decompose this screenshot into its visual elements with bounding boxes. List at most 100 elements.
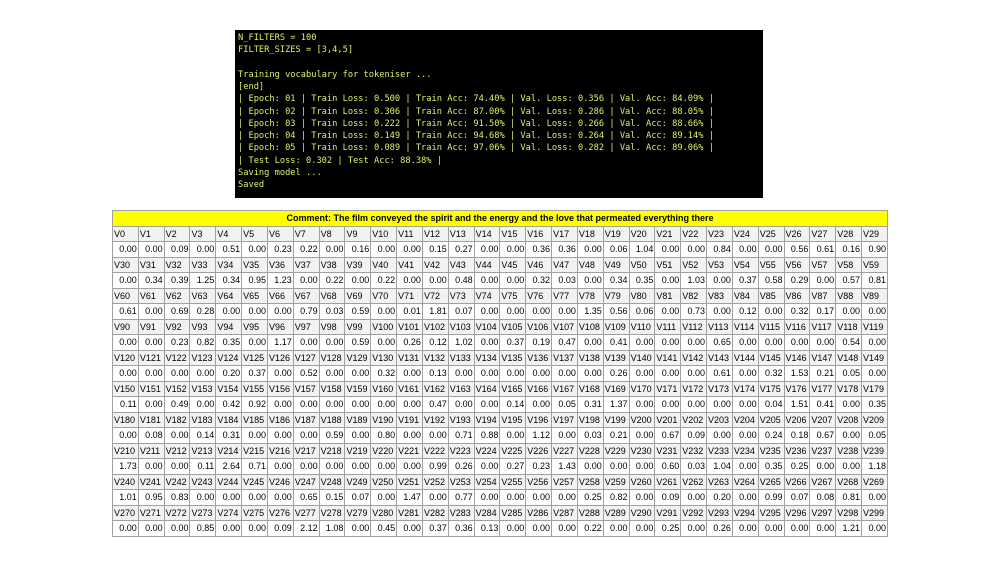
value-cell[interactable]: 0.00 (809, 334, 837, 351)
value-cell[interactable]: 0.00 (112, 334, 139, 351)
value-cell[interactable]: 1.51 (783, 396, 811, 413)
column-header-cell[interactable]: V118 (835, 318, 863, 335)
value-cell[interactable]: 0.25 (576, 489, 604, 506)
value-cell[interactable]: 0.25 (654, 520, 682, 537)
column-header-cell[interactable]: V150 (112, 380, 139, 397)
column-header-cell[interactable]: V124 (215, 349, 243, 366)
column-header-cell[interactable]: V158 (318, 380, 346, 397)
value-cell[interactable]: 0.00 (447, 365, 475, 382)
value-cell[interactable]: 0.05 (551, 396, 578, 413)
value-cell[interactable]: 0.95 (241, 272, 268, 289)
value-cell[interactable]: 0.99 (757, 489, 785, 506)
column-header-cell[interactable]: V254 (473, 473, 501, 490)
value-cell[interactable]: 0.60 (654, 458, 682, 475)
value-cell[interactable]: 0.22 (318, 272, 346, 289)
value-cell[interactable]: 0.00 (628, 427, 656, 444)
value-cell[interactable]: 0.00 (137, 396, 165, 413)
column-header-cell[interactable]: V280 (370, 504, 398, 521)
value-cell[interactable]: 0.00 (318, 458, 346, 475)
column-header-cell[interactable]: V117 (809, 318, 837, 335)
column-header-cell[interactable]: V262 (680, 473, 708, 490)
value-cell[interactable]: 1.47 (396, 489, 423, 506)
column-header-cell[interactable]: V149 (861, 349, 888, 366)
column-header-cell[interactable]: V27 (809, 225, 837, 242)
value-cell[interactable]: 0.32 (370, 365, 398, 382)
value-cell[interactable]: 0.00 (473, 365, 501, 382)
column-header-cell[interactable]: V38 (318, 256, 346, 273)
column-header-cell[interactable]: V126 (266, 349, 294, 366)
column-header-cell[interactable]: V70 (370, 287, 398, 304)
value-cell[interactable]: 0.00 (628, 489, 656, 506)
value-cell[interactable]: 0.23 (163, 334, 191, 351)
column-header-cell[interactable]: V191 (396, 411, 423, 428)
column-header-cell[interactable]: V78 (576, 287, 604, 304)
column-header-cell[interactable]: V45 (499, 256, 527, 273)
column-header-cell[interactable]: V47 (551, 256, 578, 273)
value-cell[interactable]: 0.09 (163, 241, 191, 258)
column-header-cell[interactable]: V248 (318, 473, 346, 490)
column-header-cell[interactable]: V233 (706, 442, 733, 459)
column-header-cell[interactable]: V206 (783, 411, 811, 428)
column-header-cell[interactable]: V283 (447, 504, 475, 521)
value-cell[interactable]: 0.56 (783, 241, 811, 258)
column-header-cell[interactable]: V222 (421, 442, 449, 459)
value-cell[interactable]: 0.14 (499, 396, 527, 413)
column-header-cell[interactable]: V43 (447, 256, 475, 273)
column-header-cell[interactable]: V87 (809, 287, 837, 304)
value-cell[interactable]: 0.19 (525, 334, 553, 351)
value-cell[interactable]: 0.00 (189, 365, 217, 382)
value-cell[interactable]: 0.65 (706, 334, 733, 351)
value-cell[interactable]: 0.00 (499, 489, 527, 506)
value-cell[interactable]: 0.00 (525, 489, 553, 506)
column-header-cell[interactable]: V56 (783, 256, 811, 273)
column-header-cell[interactable]: V198 (576, 411, 604, 428)
value-cell[interactable]: 0.00 (861, 303, 888, 320)
column-header-cell[interactable]: V127 (292, 349, 320, 366)
value-cell[interactable]: 0.37 (731, 272, 759, 289)
value-cell[interactable]: 0.00 (731, 396, 759, 413)
value-cell[interactable]: 0.00 (783, 334, 811, 351)
column-header-cell[interactable]: V155 (241, 380, 268, 397)
column-header-cell[interactable]: V294 (731, 504, 759, 521)
column-header-cell[interactable]: V79 (602, 287, 630, 304)
column-header-cell[interactable]: V293 (706, 504, 733, 521)
column-header-cell[interactable]: V80 (628, 287, 656, 304)
column-header-cell[interactable]: V265 (757, 473, 785, 490)
value-cell[interactable]: 0.00 (731, 520, 759, 537)
value-cell[interactable]: 0.00 (473, 241, 501, 258)
value-cell[interactable]: 0.00 (628, 365, 656, 382)
column-header-cell[interactable]: V99 (344, 318, 372, 335)
value-cell[interactable]: 0.00 (215, 489, 243, 506)
value-cell[interactable]: 0.00 (680, 241, 708, 258)
value-cell[interactable]: 0.05 (861, 427, 888, 444)
comment-cell[interactable]: Comment: The film conveyed the spirit an… (112, 210, 888, 227)
column-header-cell[interactable]: V276 (266, 504, 294, 521)
value-cell[interactable]: 0.00 (680, 520, 708, 537)
column-header-cell[interactable]: V32 (163, 256, 191, 273)
column-header-cell[interactable]: V144 (731, 349, 759, 366)
value-cell[interactable]: 0.00 (370, 241, 398, 258)
value-cell[interactable]: 0.00 (318, 334, 346, 351)
column-header-cell[interactable]: V29 (861, 225, 888, 242)
value-cell[interactable]: 0.80 (370, 427, 398, 444)
column-header-cell[interactable]: V77 (551, 287, 578, 304)
column-header-cell[interactable]: V54 (731, 256, 759, 273)
column-header-cell[interactable]: V66 (266, 287, 294, 304)
column-header-cell[interactable]: V282 (421, 504, 449, 521)
column-header-cell[interactable]: V48 (576, 256, 604, 273)
value-cell[interactable]: 0.09 (680, 427, 708, 444)
value-cell[interactable]: 0.20 (706, 489, 733, 506)
value-cell[interactable]: 0.00 (318, 396, 346, 413)
column-header-cell[interactable]: V253 (447, 473, 475, 490)
column-header-cell[interactable]: V160 (370, 380, 398, 397)
value-cell[interactable]: 0.00 (525, 303, 553, 320)
column-header-cell[interactable]: V226 (525, 442, 553, 459)
column-header-cell[interactable]: V40 (370, 256, 398, 273)
value-cell[interactable]: 0.42 (215, 396, 243, 413)
value-cell[interactable]: 0.00 (525, 396, 553, 413)
value-cell[interactable]: 0.24 (757, 427, 785, 444)
column-header-cell[interactable]: V296 (783, 504, 811, 521)
value-cell[interactable]: 0.00 (112, 365, 139, 382)
column-header-cell[interactable]: V188 (318, 411, 346, 428)
column-header-cell[interactable]: V62 (163, 287, 191, 304)
